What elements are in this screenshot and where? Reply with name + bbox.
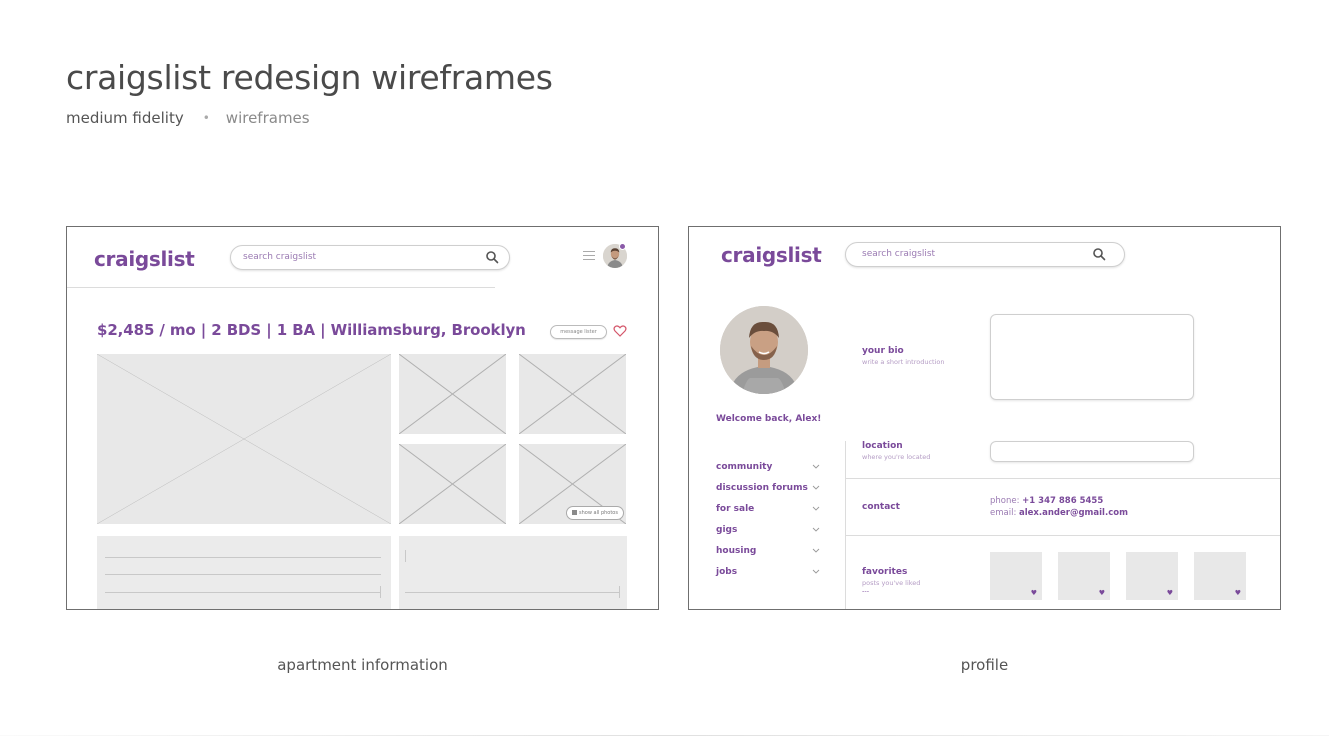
image-placeholder-icon [97, 354, 391, 524]
apartment-wireframe: craigslist search craigslist $2,485 / mo… [66, 226, 659, 610]
profile-wireframe: craigslist search craigslist Welcome bac… [688, 226, 1281, 610]
page-title: craigslist redesign wireframes [66, 58, 553, 97]
phone-line: phone: +1 347 886 5455 [990, 496, 1103, 506]
show-all-photos-button[interactable]: show all photos [566, 506, 624, 520]
heart-icon[interactable]: ♥ [1235, 589, 1241, 597]
location-hint: where you're located [862, 453, 931, 461]
bio-hint: write a short introduction [862, 358, 945, 366]
section-divider [845, 478, 1280, 479]
nav-item-label: jobs [716, 567, 738, 577]
photo-placeholder[interactable] [519, 354, 626, 434]
search-placeholder: search craigslist [243, 252, 317, 262]
amenities-card [399, 536, 627, 609]
favorites-more: --- [862, 587, 870, 595]
chevron-down-icon [812, 464, 820, 469]
header-divider [67, 287, 495, 288]
favorites-hint: posts you've liked [862, 579, 921, 587]
nav-item-gigs[interactable]: gigs [716, 525, 826, 546]
nav-item-housing[interactable]: housing [716, 546, 826, 567]
photo-placeholder[interactable] [399, 444, 506, 524]
profile-caption: profile [960, 656, 1009, 674]
contact-label: contact [862, 502, 900, 512]
grid-icon [572, 510, 577, 515]
search-bar[interactable]: search craigslist [230, 245, 510, 270]
chevron-down-icon [812, 548, 820, 553]
image-placeholder-icon [399, 354, 506, 434]
nav-item-jobs[interactable]: jobs [716, 567, 826, 588]
craigslist-logo[interactable]: craigslist [94, 247, 195, 271]
bio-label: your bio [862, 346, 904, 356]
favorite-post[interactable]: ♥ [1194, 552, 1246, 600]
bio-textarea[interactable] [990, 314, 1194, 400]
show-all-photos-label: show all photos [579, 510, 618, 516]
favorite-post[interactable]: ♥ [1126, 552, 1178, 600]
nav-item-community[interactable]: community [716, 462, 826, 483]
favorite-post[interactable]: ♥ [990, 552, 1042, 600]
heart-icon[interactable]: ♥ [1099, 589, 1105, 597]
chevron-down-icon [812, 485, 820, 490]
listing-title: $2,485 / mo | 2 BDS | 1 BA | Williamsbur… [97, 321, 526, 339]
email-prefix: email: [990, 508, 1020, 518]
nav-item-label: for sale [716, 504, 755, 514]
menu-icon[interactable] [583, 251, 595, 261]
photo-placeholder[interactable] [399, 354, 506, 434]
image-placeholder-icon [519, 354, 626, 434]
sidebar-divider [845, 441, 846, 609]
chevron-down-icon [812, 506, 820, 511]
nav-item-for-sale[interactable]: for sale [716, 504, 826, 525]
phone-prefix: phone: [990, 496, 1023, 506]
search-bar[interactable]: search craigslist [845, 242, 1125, 267]
message-lister-button[interactable]: message lister [550, 325, 607, 339]
craigslist-logo[interactable]: craigslist [721, 243, 822, 267]
nav-item-label: housing [716, 546, 757, 556]
location-label: location [862, 441, 903, 451]
heart-icon[interactable]: ♥ [1167, 589, 1173, 597]
search-icon[interactable] [485, 250, 499, 264]
category-nav: community discussion forums for sale gig… [716, 462, 826, 588]
heart-icon[interactable]: ♥ [1031, 589, 1037, 597]
nav-item-label: community [716, 462, 773, 472]
nav-item-discussion-forums[interactable]: discussion forums [716, 483, 826, 504]
chevron-down-icon [812, 569, 820, 574]
apartment-caption: apartment information [277, 656, 448, 674]
email-value: alex.ander@gmail.com [1019, 508, 1128, 518]
details-card [97, 536, 391, 609]
subtitle-fidelity: medium fidelity [66, 109, 184, 127]
nav-item-label: gigs [716, 525, 738, 535]
favorite-post[interactable]: ♥ [1058, 552, 1110, 600]
phone-value: +1 347 886 5455 [1022, 496, 1104, 506]
heart-icon[interactable] [613, 324, 627, 338]
location-input[interactable] [990, 441, 1194, 462]
profile-picture[interactable] [720, 306, 808, 394]
page-subtitle: medium fidelity • wireframes [66, 109, 310, 127]
subtitle-separator: • [202, 111, 210, 125]
subtitle-type: wireframes [225, 109, 310, 127]
section-divider [845, 535, 1280, 536]
favorites-label: favorites [862, 567, 908, 577]
email-line: email: alex.ander@gmail.com [990, 508, 1128, 518]
main-photo-placeholder[interactable] [97, 354, 391, 524]
user-photo-icon [720, 306, 808, 394]
welcome-message: Welcome back, Alex! [716, 414, 822, 424]
chevron-down-icon [812, 527, 820, 532]
nav-item-label: discussion forums [716, 483, 808, 493]
image-placeholder-icon [399, 444, 506, 524]
search-placeholder: search craigslist [862, 249, 936, 259]
footer-divider [0, 735, 1329, 736]
notification-badge [619, 243, 626, 250]
search-icon[interactable] [1092, 247, 1106, 261]
